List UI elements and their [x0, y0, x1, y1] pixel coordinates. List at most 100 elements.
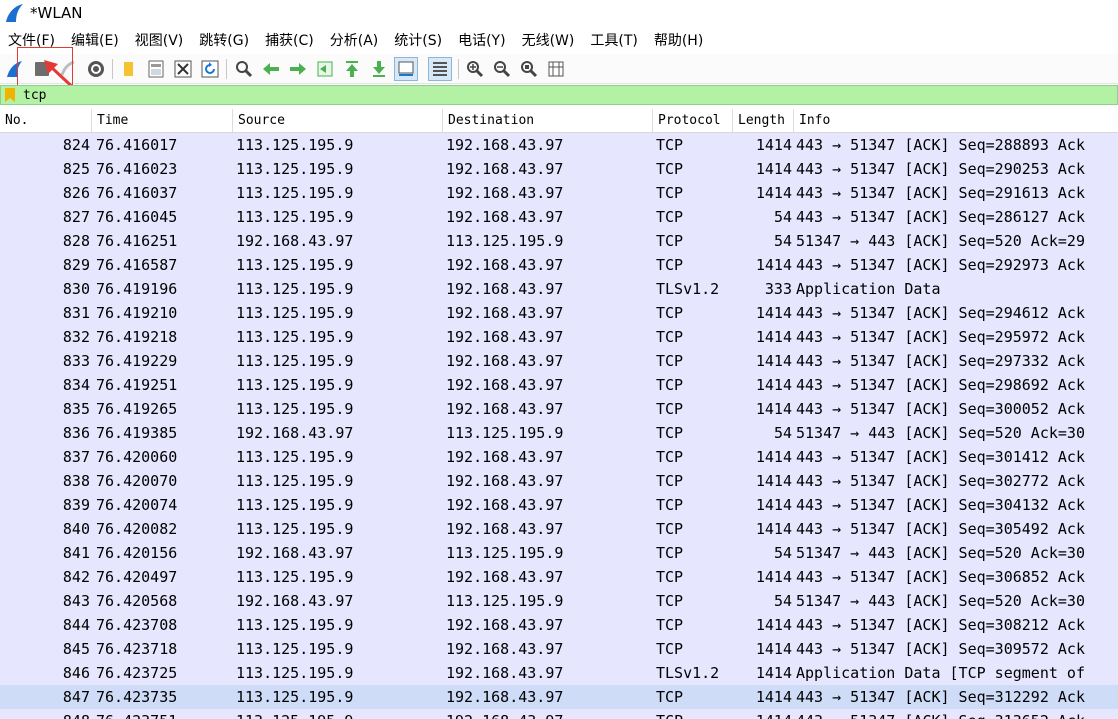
packet-destination: 192.168.43.97 [446, 472, 564, 490]
toolbar-separator [458, 59, 459, 79]
table-row[interactable]: 829 76.416587 113.125.195.9 192.168.43.97 TC… [0, 253, 1118, 277]
table-row[interactable]: 830 76.419196 113.125.195.9 192.168.43.97 TL… [0, 277, 1118, 301]
display-filter-input[interactable] [23, 86, 923, 104]
open-file-icon[interactable] [117, 57, 141, 81]
packet-no: 831 [62, 304, 90, 322]
column-header-info[interactable]: Info [794, 109, 1118, 133]
column-header-time[interactable]: Time [92, 109, 233, 133]
table-row[interactable]: 832 76.419218 113.125.195.9 192.168.43.97 TC… [0, 325, 1118, 349]
menu-analyze[interactable]: 分析(A) [322, 29, 387, 53]
normal-size-icon[interactable] [517, 57, 541, 81]
packet-info: 443 → 51347 [ACK] Seq=304132 Ack [796, 496, 1085, 514]
packet-list-header: No. Time Source Destination Protocol Len… [0, 109, 1118, 133]
menu-edit[interactable]: 编辑(E) [63, 29, 127, 53]
table-row[interactable]: 831 76.419210 113.125.195.9 192.168.43.97 TC… [0, 301, 1118, 325]
packet-no: 832 [62, 328, 90, 346]
autoscroll-icon[interactable] [394, 57, 418, 81]
packet-source: 113.125.195.9 [236, 328, 354, 346]
column-header-source[interactable]: Source [233, 109, 443, 133]
table-row[interactable]: 842 76.420497 113.125.195.9 192.168.43.97 TC… [0, 565, 1118, 589]
packet-no: 843 [62, 592, 90, 610]
table-row[interactable]: 828 76.416251 192.168.43.97 113.125.195.9 TC… [0, 229, 1118, 253]
filter-bookmark-icon[interactable] [5, 88, 15, 102]
menu-statistics[interactable]: 统计(S) [386, 29, 450, 53]
menu-go[interactable]: 跳转(G) [191, 29, 257, 53]
table-row[interactable]: 845 76.423718 113.125.195.9 192.168.43.97 TC… [0, 637, 1118, 661]
packet-no: 842 [62, 568, 90, 586]
packet-source: 192.168.43.97 [236, 592, 354, 610]
menu-wireless[interactable]: 无线(W) [514, 29, 583, 53]
packet-info: 443 → 51347 [ACK] Seq=308212 Ack [796, 616, 1085, 634]
table-row[interactable]: 841 76.420156 192.168.43.97 113.125.195.9 TC… [0, 541, 1118, 565]
table-row[interactable]: 826 76.416037 113.125.195.9 192.168.43.97 TC… [0, 181, 1118, 205]
table-row[interactable]: 840 76.420082 113.125.195.9 192.168.43.97 TC… [0, 517, 1118, 541]
find-packet-icon[interactable] [232, 57, 256, 81]
last-packet-icon[interactable] [367, 57, 391, 81]
packet-no: 838 [62, 472, 90, 490]
start-capture-icon[interactable] [3, 57, 27, 81]
go-back-icon[interactable] [259, 57, 283, 81]
table-row[interactable]: 839 76.420074 113.125.195.9 192.168.43.97 TC… [0, 493, 1118, 517]
column-header-length[interactable]: Length [733, 109, 794, 133]
column-header-protocol[interactable]: Protocol [653, 109, 733, 133]
restart-capture-icon[interactable] [56, 57, 80, 81]
save-file-icon[interactable] [144, 57, 168, 81]
table-row[interactable]: 847 76.423735 113.125.195.9 192.168.43.97 TC… [0, 685, 1118, 709]
packet-info: 443 → 51347 [ACK] Seq=286127 Ack [796, 208, 1085, 226]
column-header-destination[interactable]: Destination [443, 109, 653, 133]
table-row[interactable]: 843 76.420568 192.168.43.97 113.125.195.9 TC… [0, 589, 1118, 613]
packet-time: 76.416045 [96, 208, 178, 226]
packet-destination: 113.125.195.9 [446, 544, 564, 562]
zoom-out-icon[interactable] [490, 57, 514, 81]
first-packet-icon[interactable] [340, 57, 364, 81]
packet-protocol: TCP [656, 400, 684, 418]
packet-source: 113.125.195.9 [236, 352, 354, 370]
packet-no: 828 [62, 232, 90, 250]
colorize-icon[interactable] [428, 57, 452, 81]
menu-telephony[interactable]: 电话(Y) [450, 29, 513, 53]
table-row[interactable]: 835 76.419265 113.125.195.9 192.168.43.97 TC… [0, 397, 1118, 421]
table-row[interactable]: 824 76.416017 113.125.195.9 192.168.43.97 TC… [0, 133, 1118, 157]
table-row[interactable]: 837 76.420060 113.125.195.9 192.168.43.97 TC… [0, 445, 1118, 469]
menu-file[interactable]: 文件(F) [0, 29, 63, 53]
packet-destination: 192.168.43.97 [446, 160, 564, 178]
packet-protocol: TCP [656, 544, 684, 562]
menu-help[interactable]: 帮助(H) [646, 29, 711, 53]
table-row[interactable]: 833 76.419229 113.125.195.9 192.168.43.97 TC… [0, 349, 1118, 373]
resize-columns-icon[interactable] [544, 57, 568, 81]
packet-protocol: TCP [656, 688, 684, 706]
capture-options-icon[interactable] [84, 57, 108, 81]
packet-time: 76.420060 [96, 448, 178, 466]
packet-no: 841 [62, 544, 90, 562]
zoom-in-icon[interactable] [463, 57, 487, 81]
packet-destination: 192.168.43.97 [446, 400, 564, 418]
close-file-icon[interactable] [171, 57, 195, 81]
packet-no: 830 [62, 280, 90, 298]
menu-tools[interactable]: 工具(T) [582, 29, 645, 53]
packet-source: 113.125.195.9 [236, 208, 354, 226]
table-row[interactable]: 836 76.419385 192.168.43.97 113.125.195.9 TC… [0, 421, 1118, 445]
packet-length: 1414 [755, 520, 792, 538]
menu-view[interactable]: 视图(V) [127, 29, 192, 53]
packet-info: 443 → 51347 [ACK] Seq=291613 Ack [796, 184, 1085, 202]
table-row[interactable]: 846 76.423725 113.125.195.9 192.168.43.97 TL… [0, 661, 1118, 685]
packet-protocol: TCP [656, 448, 684, 466]
go-to-packet-icon[interactable] [313, 57, 337, 81]
packet-time: 76.416251 [96, 232, 178, 250]
packet-protocol: TCP [656, 592, 684, 610]
reload-file-icon[interactable] [198, 57, 222, 81]
table-row[interactable]: 838 76.420070 113.125.195.9 192.168.43.97 TC… [0, 469, 1118, 493]
packet-time: 76.416017 [96, 136, 178, 154]
column-header-no[interactable]: No. [0, 109, 92, 133]
table-row[interactable]: 825 76.416023 113.125.195.9 192.168.43.97 TC… [0, 157, 1118, 181]
go-forward-icon[interactable] [286, 57, 310, 81]
table-row[interactable]: 834 76.419251 113.125.195.9 192.168.43.97 TC… [0, 373, 1118, 397]
table-row[interactable]: 848 76.423751113.125.195.9 192.168.43.97 TC… [0, 709, 1118, 719]
stop-capture-icon[interactable] [30, 57, 54, 81]
menu-capture[interactable]: 捕获(C) [257, 29, 322, 53]
packet-protocol: TCP [656, 709, 738, 719]
packet-no: 840 [62, 520, 90, 538]
table-row[interactable]: 844 76.423708 113.125.195.9 192.168.43.97 TC… [0, 613, 1118, 637]
packet-info: 51347 → 443 [ACK] Seq=520 Ack=29 [796, 232, 1085, 250]
table-row[interactable]: 827 76.416045 113.125.195.9 192.168.43.97 TC… [0, 205, 1118, 229]
